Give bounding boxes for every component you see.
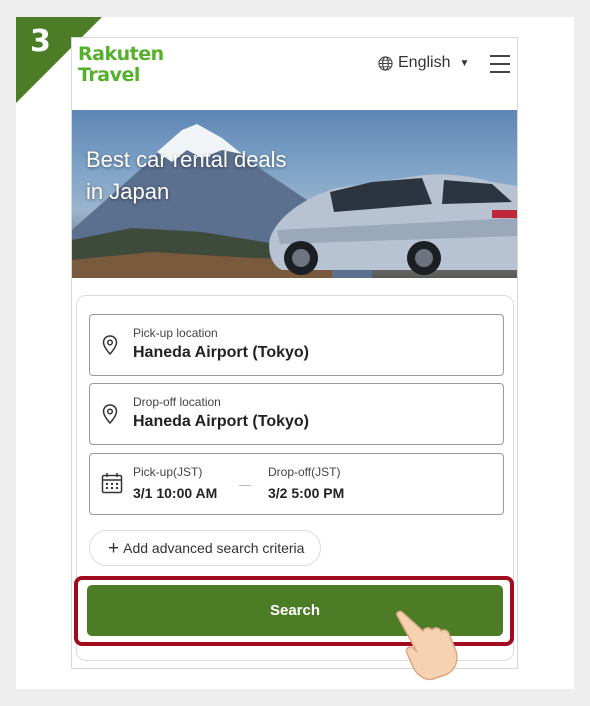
hero-title-line-1: Best car rental deals [86, 147, 287, 172]
date-time-field[interactable]: Pick-up(JST) 3/1 10:00 AM Drop-off(JST) … [89, 453, 504, 515]
dropoff-time-value: 3/2 5:00 PM [268, 485, 345, 501]
pickup-time-value: 3/1 10:00 AM [133, 485, 218, 501]
hamburger-menu-icon[interactable] [490, 55, 510, 73]
logo-line-2: Travel [78, 64, 140, 86]
location-pin-icon [102, 404, 118, 424]
dropoff-time[interactable]: Drop-off(JST) 3/2 5:00 PM [268, 465, 344, 501]
location-pin-icon [102, 335, 118, 355]
dropoff-location-value: Haneda Airport (Tokyo) [133, 413, 310, 430]
dropoff-location-field[interactable]: Drop-off location Haneda Airport (Tokyo) [89, 383, 504, 445]
language-selector[interactable]: English ▼ [378, 52, 469, 74]
dropoff-location-label: Drop-off location [133, 395, 221, 409]
search-button-label: Search [269, 602, 321, 619]
phone-screen: Rakuten Travel English ▼ Best car rental… [71, 37, 518, 669]
hero-title: Best car rental deals in Japan [86, 144, 287, 208]
pickup-time[interactable]: Pick-up(JST) 3/1 10:00 AM [133, 465, 217, 501]
plus-icon: + [108, 537, 120, 559]
globe-icon [378, 55, 393, 71]
step-number: 3 [30, 24, 51, 59]
logo-line-1: Rakuten [78, 43, 164, 65]
pickup-time-label: Pick-up(JST) [133, 465, 203, 479]
advanced-search-button[interactable]: + Add advanced search criteria [89, 530, 321, 566]
pickup-location-label: Pick-up location [133, 326, 218, 340]
caret-down-icon: ▼ [459, 57, 470, 69]
pickup-location-value: Haneda Airport (Tokyo) [133, 344, 310, 361]
pointing-hand-icon [396, 610, 458, 681]
site-header: Rakuten Travel English ▼ [72, 38, 517, 94]
hero-title-line-2: in Japan [86, 179, 170, 204]
calendar-icon [101, 473, 123, 494]
rakuten-travel-logo[interactable]: Rakuten Travel [78, 44, 164, 86]
language-label: English [398, 54, 451, 71]
date-separator [239, 485, 251, 486]
hero-banner: Best car rental deals in Japan [72, 110, 517, 278]
pickup-location-field[interactable]: Pick-up location Haneda Airport (Tokyo) [89, 314, 504, 376]
dropoff-time-label: Drop-off(JST) [268, 465, 341, 479]
advanced-search-label: Add advanced search criteria [123, 540, 305, 556]
